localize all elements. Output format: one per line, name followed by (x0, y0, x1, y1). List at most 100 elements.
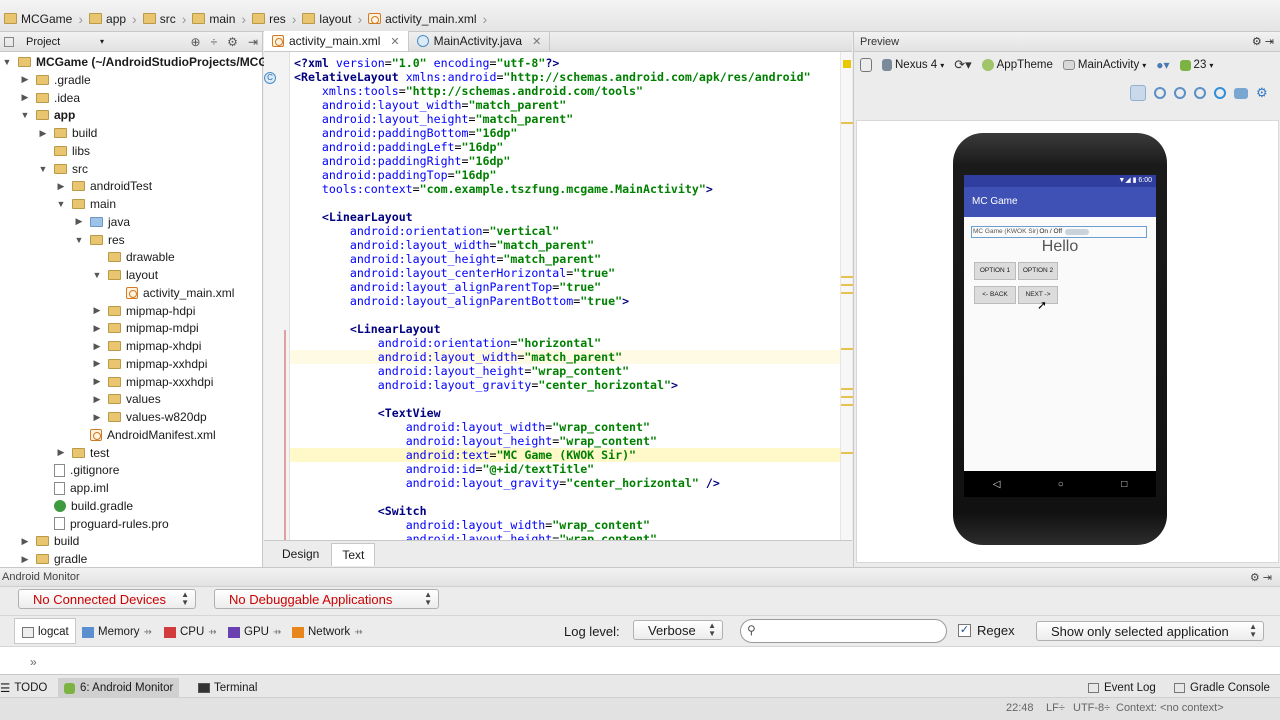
code-line[interactable]: android:layout_height="wrap_content" (294, 364, 629, 378)
filter-dropdown[interactable]: Show only selected application ▲ ▼ (1036, 621, 1264, 641)
tree-item[interactable]: libs (38, 142, 90, 160)
tree-item[interactable]: ▶ .gradle (20, 71, 91, 89)
code-editor[interactable]: <?xml version="1.0" encoding="utf-8"?> <R… (290, 52, 840, 540)
caret-position[interactable]: 22:48 (1006, 702, 1034, 714)
event-log-button[interactable]: Event Log (1088, 678, 1156, 698)
home-nav-icon[interactable]: ○ (1058, 479, 1064, 490)
tree-item[interactable]: ▼ main (56, 195, 116, 213)
tree-item[interactable]: ▶ values (92, 390, 161, 408)
collapsed-arrow-icon[interactable]: ▶ (20, 554, 30, 565)
collapsed-arrow-icon[interactable]: ▶ (38, 128, 48, 139)
tree-item[interactable]: ▼ app (20, 106, 76, 124)
pin-icon[interactable]: ⇸ (354, 627, 362, 638)
expanded-arrow-icon[interactable]: ▼ (92, 270, 102, 280)
more-icon[interactable]: » (30, 655, 37, 669)
tab-gpu[interactable]: GPU ⇸ (228, 622, 281, 642)
code-line[interactable]: android:layout_width="wrap_content" (294, 420, 650, 434)
code-line[interactable]: android:orientation="horizontal" (294, 336, 601, 350)
logcat-output[interactable]: » (0, 647, 1280, 675)
code-line[interactable]: android:paddingLeft="16dp" (294, 140, 504, 154)
line-separator[interactable]: LF÷ (1046, 702, 1065, 714)
tree-item[interactable]: ▶ androidTest (56, 177, 153, 195)
collapsed-arrow-icon[interactable]: ▶ (92, 412, 102, 423)
tree-item[interactable]: .gitignore (38, 461, 119, 479)
close-icon[interactable]: ✕ (390, 35, 399, 48)
check-icon[interactable]: ✓ (958, 624, 971, 637)
code-line[interactable]: android:layout_width="match_parent" (294, 350, 622, 364)
activity-selector[interactable]: MainActivity ▾ (1062, 59, 1146, 71)
code-line[interactable]: android:layout_centerHorizontal="true" (294, 266, 615, 280)
tree-item[interactable]: ▼ res (74, 231, 125, 249)
editor-gutter[interactable]: C (264, 52, 290, 540)
tree-item[interactable]: activity_main.xml (110, 284, 234, 302)
tab-network[interactable]: Network ⇸ (292, 622, 363, 642)
expanded-arrow-icon[interactable]: ▼ (2, 57, 12, 67)
collapsed-arrow-icon[interactable]: ▶ (92, 376, 102, 387)
gear-icon[interactable]: ⚙ (1256, 85, 1272, 101)
code-line[interactable]: android:layout_width="wrap_content" (294, 518, 650, 532)
switch-toggle[interactable] (1065, 229, 1090, 235)
expanded-arrow-icon[interactable]: ▼ (38, 164, 48, 174)
warning-mark[interactable] (841, 276, 853, 278)
zoom-fit-icon[interactable] (1130, 85, 1146, 101)
pin-icon[interactable]: ⇸ (208, 627, 216, 638)
code-line[interactable]: android:orientation="vertical" (294, 224, 559, 238)
warning-mark[interactable] (841, 284, 853, 286)
pin-icon[interactable]: ⇸ (273, 627, 281, 638)
collapsed-arrow-icon[interactable]: ▶ (92, 305, 102, 316)
close-icon[interactable]: ✕ (532, 35, 541, 48)
code-line[interactable]: android:layout_height="wrap_content" (294, 434, 657, 448)
breadcrumb-item-project[interactable]: MCGame (0, 7, 76, 31)
preview-canvas[interactable]: ▼◢ ▮ 6:00 MC Game MC Game (KWOK Sir) On … (856, 120, 1279, 563)
tree-item[interactable]: ▼ MCGame (~/AndroidStudioProjects/MCGam (2, 53, 286, 71)
warning-mark[interactable] (841, 404, 853, 406)
tree-item[interactable]: ▼ src (38, 160, 88, 178)
tree-item[interactable]: ▶ java (74, 213, 130, 231)
tree-item[interactable]: ▶ mipmap-hdpi (92, 302, 196, 320)
warning-mark[interactable] (841, 452, 853, 454)
tree-item[interactable]: ▶ test (56, 444, 110, 462)
layout-config-icon[interactable] (860, 58, 872, 72)
regex-checkbox[interactable]: ✓ Regex (958, 623, 1015, 638)
locale-selector[interactable]: ●▾ (1156, 58, 1169, 72)
code-line[interactable]: android:layout_height="match_parent" (294, 252, 601, 266)
code-line[interactable]: android:layout_alignParentBottom="true"> (294, 294, 629, 308)
tab-main-activity-java[interactable]: MainActivity.java ✕ (409, 31, 551, 51)
collapsed-arrow-icon[interactable]: ▶ (20, 536, 30, 547)
collapsed-arrow-icon[interactable]: ▶ (56, 181, 66, 192)
tree-item[interactable]: ▶ mipmap-mdpi (92, 319, 199, 337)
breadcrumb-item-file[interactable]: activity_main.xml (364, 7, 480, 31)
hide-icon[interactable]: ⇥ (248, 35, 258, 49)
theme-selector[interactable]: AppTheme (981, 59, 1053, 71)
code-line[interactable]: <Switch (294, 504, 427, 518)
gradle-console-button[interactable]: Gradle Console (1174, 678, 1270, 698)
sync-icon[interactable]: ⊕ (191, 35, 201, 49)
code-line[interactable]: android:layout_gravity="center_horizonta… (294, 378, 678, 392)
gear-icon[interactable]: ⚙ (227, 35, 238, 49)
warning-mark[interactable] (841, 122, 853, 124)
device-selector[interactable]: Nexus 4 ▾ (882, 59, 944, 71)
collapsed-arrow-icon[interactable]: ▶ (56, 447, 66, 458)
collapsed-arrow-icon[interactable]: ▶ (92, 341, 102, 352)
warning-mark[interactable] (841, 348, 853, 350)
context-info[interactable]: Context: <no context> (1116, 702, 1224, 714)
app-dropdown[interactable]: No Debuggable Applications ▲ ▼ (214, 589, 439, 609)
gear-icon[interactable]: ⚙ ⇥ (1250, 571, 1272, 584)
back-button[interactable]: <- BACK (974, 286, 1016, 304)
tree-item[interactable]: build.gradle (38, 497, 133, 515)
editor-scrollbar[interactable] (840, 52, 853, 540)
collapsed-arrow-icon[interactable]: ▶ (74, 216, 84, 227)
tree-item[interactable]: AndroidManifest.xml (74, 426, 216, 444)
code-line[interactable]: android:layout_height="match_parent" (294, 112, 573, 126)
tree-item[interactable]: drawable (92, 248, 175, 266)
tree-item[interactable]: proguard-rules.pro (38, 515, 169, 533)
zoom-in-icon[interactable] (1174, 87, 1186, 99)
api-selector[interactable]: 23 ▾ (1179, 59, 1213, 71)
tab-text[interactable]: Text (331, 542, 376, 566)
collapsed-arrow-icon[interactable]: ▶ (92, 394, 102, 405)
code-line[interactable]: android:id="@+id/textTitle" (294, 462, 594, 476)
log-level-dropdown[interactable]: Verbose ▲ ▼ (633, 620, 723, 640)
collapsed-arrow-icon[interactable]: ▶ (92, 323, 102, 334)
breadcrumb-item-src[interactable]: src (139, 7, 180, 31)
orientation-icon[interactable]: ⟳▾ (954, 57, 971, 73)
